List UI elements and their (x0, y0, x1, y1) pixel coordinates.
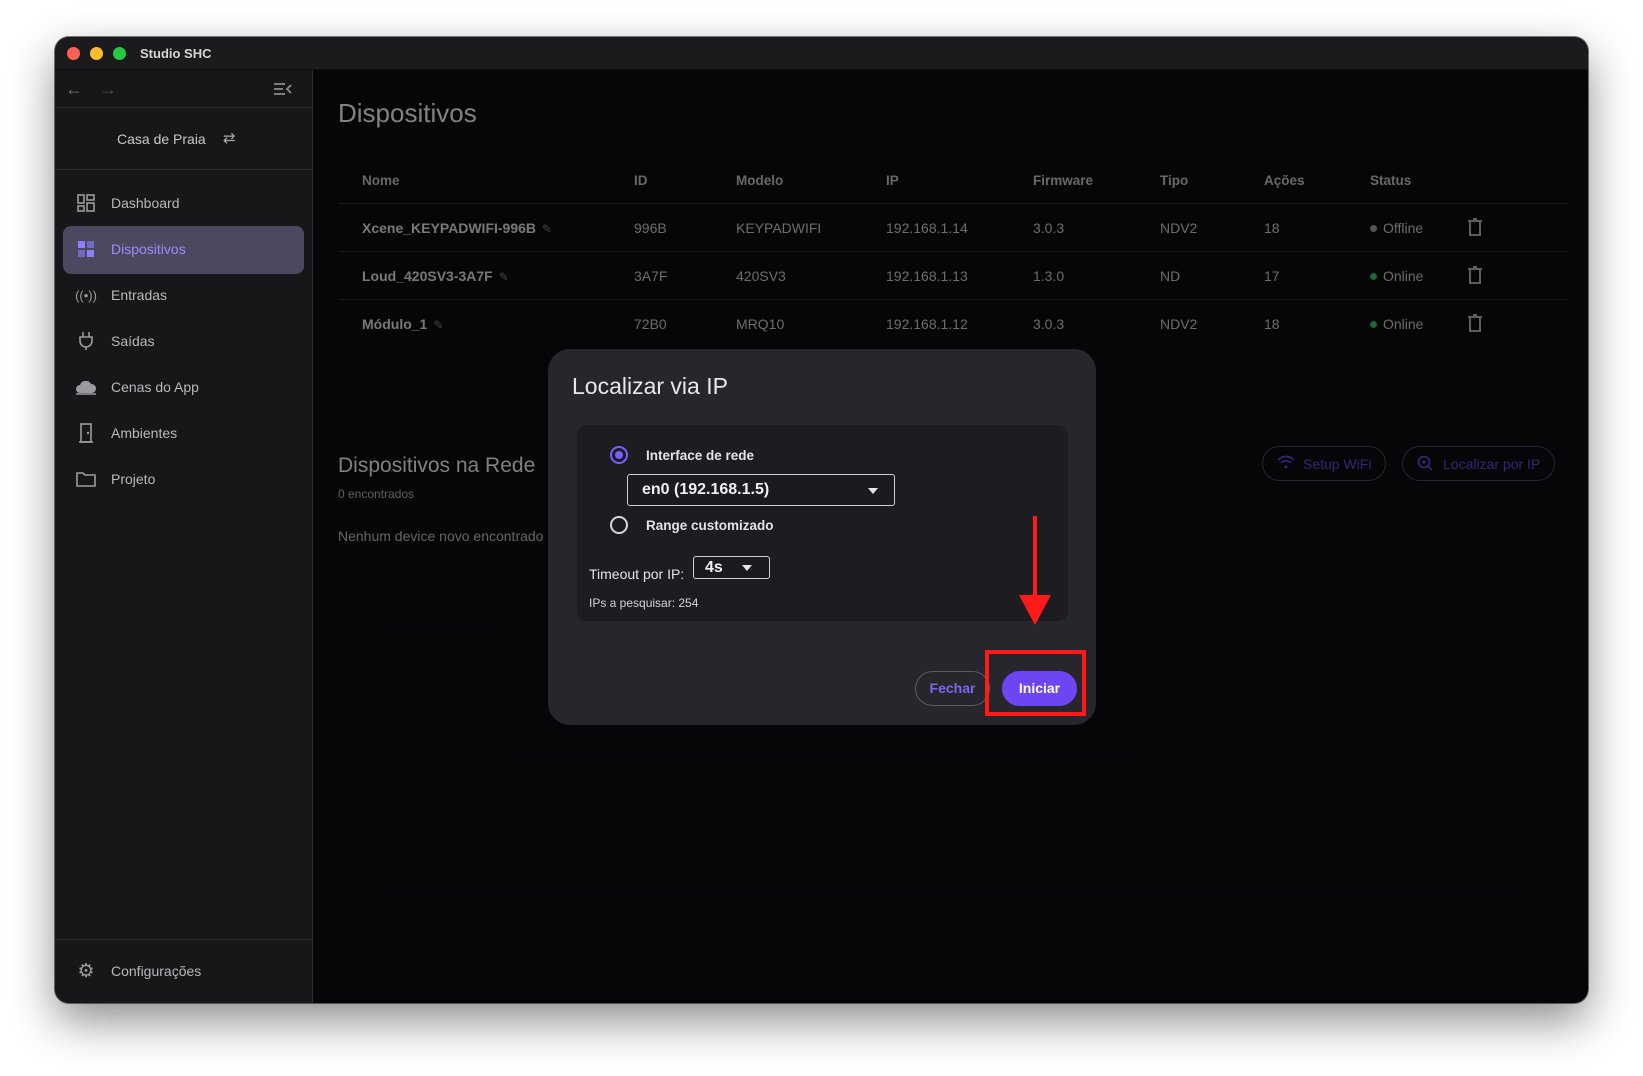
sidebar-item-entradas[interactable]: ((•)) Entradas (63, 272, 304, 320)
history-nav: ← → (55, 70, 313, 108)
folder-icon (75, 468, 97, 490)
zoom-window-button[interactable] (113, 47, 126, 60)
swap-icon[interactable]: ⇄ (223, 129, 236, 147)
home-name: Casa de Praia (117, 131, 206, 147)
annotation-arrow (1033, 516, 1037, 600)
timeout-label: Timeout por IP: (589, 566, 685, 582)
sidebar-footer: ⚙ Configurações (55, 939, 313, 1003)
sidebar-item-ambientes[interactable]: Ambientes (63, 410, 304, 458)
sidebar-item-label: Projeto (111, 471, 156, 487)
annotation-arrow-head (1019, 595, 1051, 625)
close-button[interactable]: Fechar (915, 671, 990, 706)
sidebar-item-dispositivos[interactable]: Dispositivos (63, 226, 304, 274)
sidebar-item-label: Dispositivos (111, 241, 186, 257)
sidebar-item-label: Cenas do App (111, 379, 199, 395)
radio-interface[interactable] (610, 446, 628, 464)
sidebar: ← → Casa de Praia ⇄ Dashboard Dispositiv… (55, 70, 313, 1003)
dialog-title: Localizar via IP (572, 373, 728, 399)
sidebar-item-configuracoes[interactable]: ⚙ Configurações (63, 948, 304, 996)
dialog-options-card: Interface de rede en0 (192.168.1.5) Rang… (577, 425, 1068, 621)
broadcast-icon: ((•)) (75, 287, 97, 303)
gear-icon: ⚙ (77, 960, 95, 982)
annotation-highlight (985, 650, 1086, 716)
app-window: Studio SHC ← → Casa de Praia ⇄ Dashboard… (55, 37, 1588, 1003)
chevron-down-icon (742, 565, 752, 571)
sidebar-item-cenas[interactable]: Cenas do App (63, 364, 304, 412)
dashboard-icon (75, 192, 97, 214)
plug-icon (75, 330, 97, 352)
sidebar-item-saidas[interactable]: Saídas (63, 318, 304, 366)
sidebar-item-label: Saídas (111, 333, 155, 349)
chevron-down-icon (868, 488, 878, 494)
forward-arrow-icon[interactable]: → (99, 79, 117, 100)
back-arrow-icon[interactable]: ← (65, 79, 83, 100)
sidebar-item-label: Entradas (111, 287, 168, 303)
devices-icon (75, 238, 97, 260)
window-title: Studio SHC (140, 46, 212, 61)
interface-select-value: en0 (192.168.1.5) (642, 481, 770, 498)
sidebar-item-label: Dashboard (111, 195, 180, 211)
minimize-window-button[interactable] (90, 47, 103, 60)
radio-interface-label: Interface de rede (646, 448, 755, 463)
interface-select[interactable]: en0 (192.168.1.5) (627, 474, 895, 506)
close-window-button[interactable] (67, 47, 80, 60)
radio-custom-range-label: Range customizado (646, 518, 774, 533)
home-selector[interactable]: Casa de Praia ⇄ (55, 108, 313, 170)
sidebar-item-label: Ambientes (111, 425, 178, 441)
radio-custom-range[interactable] (610, 516, 628, 534)
sidebar-item-projeto[interactable]: Projeto (63, 456, 304, 504)
sidebar-item-dashboard[interactable]: Dashboard (63, 180, 304, 228)
ips-count-label: IPs a pesquisar: 254 (589, 596, 699, 610)
title-bar: Studio SHC (55, 37, 1588, 70)
timeout-select[interactable]: 4s (693, 556, 770, 579)
cloud-icon (75, 376, 97, 398)
collapse-sidebar-icon[interactable] (273, 81, 293, 97)
sidebar-item-label: Configurações (111, 963, 202, 979)
door-icon (75, 422, 97, 444)
timeout-select-value: 4s (705, 559, 723, 576)
